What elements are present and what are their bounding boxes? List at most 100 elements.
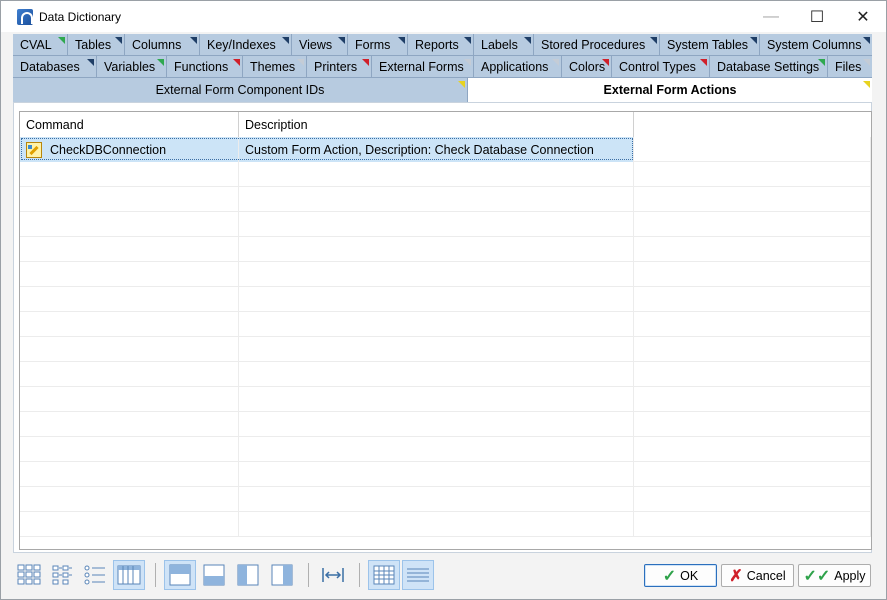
table-row[interactable]: CheckDBConnection Custom Form Action, De… (20, 137, 871, 162)
table-row[interactable] (20, 337, 871, 362)
status-marker-icon (524, 37, 531, 44)
status-marker-icon (552, 59, 559, 66)
command-text: CheckDBConnection (50, 142, 167, 157)
tab-label: Database Settings (717, 59, 820, 74)
empty-cell (20, 362, 239, 387)
status-marker-icon (297, 59, 304, 66)
empty-cell (239, 412, 634, 437)
details-view-button[interactable] (113, 560, 145, 590)
tab-control-types[interactable]: Control Types (612, 56, 710, 78)
tab-functions[interactable]: Functions (167, 56, 243, 78)
tab-system-tables[interactable]: System Tables (660, 34, 760, 56)
table-row[interactable] (20, 487, 871, 512)
row-lines-button[interactable] (402, 560, 434, 590)
tab-database-settings[interactable]: Database Settings (710, 56, 828, 78)
empty-cell (20, 437, 239, 462)
tab-labels[interactable]: Labels (474, 34, 534, 56)
column-header-command[interactable]: Command (20, 112, 239, 137)
grid-lines-icon (373, 565, 395, 585)
tab-label: Functions (174, 59, 229, 74)
small-icons-view-button[interactable] (46, 560, 78, 590)
table-row[interactable] (20, 187, 871, 212)
status-marker-icon (233, 59, 240, 66)
layout-right-icon (271, 564, 293, 586)
tab-printers[interactable]: Printers (307, 56, 372, 78)
empty-cell (634, 312, 871, 337)
fit-columns-button[interactable] (317, 560, 349, 590)
empty-cell (634, 187, 871, 212)
subtab-external-form-actions[interactable]: External Form Actions (468, 78, 872, 102)
tab-stored-procedures[interactable]: Stored Procedures (534, 34, 660, 56)
list-view-button[interactable] (79, 560, 111, 590)
table-row[interactable] (20, 262, 871, 287)
tab-databases[interactable]: Databases (13, 56, 97, 78)
tab-strip: CVAL Tables Columns Key/Indexes Views Fo… (13, 34, 872, 102)
tab-forms[interactable]: Forms (348, 34, 408, 56)
empty-cell (634, 462, 871, 487)
minimize-button[interactable]: — (748, 1, 794, 32)
grid-lines-button[interactable] (368, 560, 400, 590)
tab-files[interactable]: Files (828, 56, 872, 78)
layout-right-button[interactable] (266, 560, 298, 590)
cell-command: CheckDBConnection (20, 137, 239, 162)
tab-applications[interactable]: Applications (474, 56, 562, 78)
tab-system-columns[interactable]: System Columns (760, 34, 872, 56)
tab-columns[interactable]: Columns (125, 34, 200, 56)
layout-bottom-button[interactable] (198, 560, 230, 590)
table-row[interactable] (20, 212, 871, 237)
apply-button[interactable]: ✓✓ Apply (798, 564, 871, 587)
status-marker-icon (700, 59, 707, 66)
tab-label: Tables (75, 37, 112, 52)
empty-cell (20, 387, 239, 412)
tab-cval[interactable]: CVAL (13, 34, 68, 56)
tab-external-forms[interactable]: External Forms (372, 56, 474, 78)
table-row[interactable] (20, 387, 871, 412)
status-marker-icon (190, 37, 197, 44)
tab-tables[interactable]: Tables (68, 34, 125, 56)
table-row[interactable] (20, 312, 871, 337)
table-row[interactable] (20, 162, 871, 187)
empty-cell (239, 262, 634, 287)
table-row[interactable] (20, 412, 871, 437)
tab-row-1: CVAL Tables Columns Key/Indexes Views Fo… (13, 34, 872, 56)
column-header-description[interactable]: Description (239, 112, 634, 137)
tab-key-indexes[interactable]: Key/Indexes (200, 34, 292, 56)
table-row[interactable] (20, 512, 871, 537)
tab-variables[interactable]: Variables (97, 56, 167, 78)
empty-cell (634, 487, 871, 512)
actions-grid[interactable]: Command Description CheckDBConnection Cu… (19, 111, 872, 550)
status-marker-icon (157, 59, 164, 66)
layout-top-button[interactable] (164, 560, 196, 590)
layout-left-button[interactable] (232, 560, 264, 590)
tab-views[interactable]: Views (292, 34, 348, 56)
cancel-label: Cancel (746, 568, 786, 583)
tab-label: Columns (132, 37, 182, 52)
large-icons-view-button[interactable] (13, 560, 45, 590)
grid-header: Command Description (20, 112, 871, 137)
status-marker-icon (464, 37, 471, 44)
table-row[interactable] (20, 237, 871, 262)
empty-cell (239, 487, 634, 512)
tab-label: Variables (104, 59, 156, 74)
cancel-button[interactable]: ✗ Cancel (721, 564, 794, 587)
cross-icon: ✗ (729, 567, 743, 585)
table-row[interactable] (20, 437, 871, 462)
tab-reports[interactable]: Reports (408, 34, 474, 56)
empty-cell (20, 337, 239, 362)
status-marker-icon (863, 59, 870, 66)
empty-cell (239, 387, 634, 412)
table-row[interactable] (20, 287, 871, 312)
close-button[interactable]: ✕ (840, 1, 886, 32)
table-row[interactable] (20, 462, 871, 487)
tab-colors[interactable]: Colors (562, 56, 612, 78)
ok-button[interactable]: ✓ OK (644, 564, 717, 587)
empty-cell (634, 287, 871, 312)
tab-label: Control Types (619, 59, 696, 74)
cell-empty (634, 137, 871, 162)
ok-label: OK (680, 568, 699, 583)
maximize-button[interactable]: ☐ (794, 1, 840, 32)
table-row[interactable] (20, 362, 871, 387)
subtab-external-form-component-ids[interactable]: External Form Component IDs (13, 78, 468, 102)
tab-themes[interactable]: Themes (243, 56, 307, 78)
empty-cell (20, 162, 239, 187)
